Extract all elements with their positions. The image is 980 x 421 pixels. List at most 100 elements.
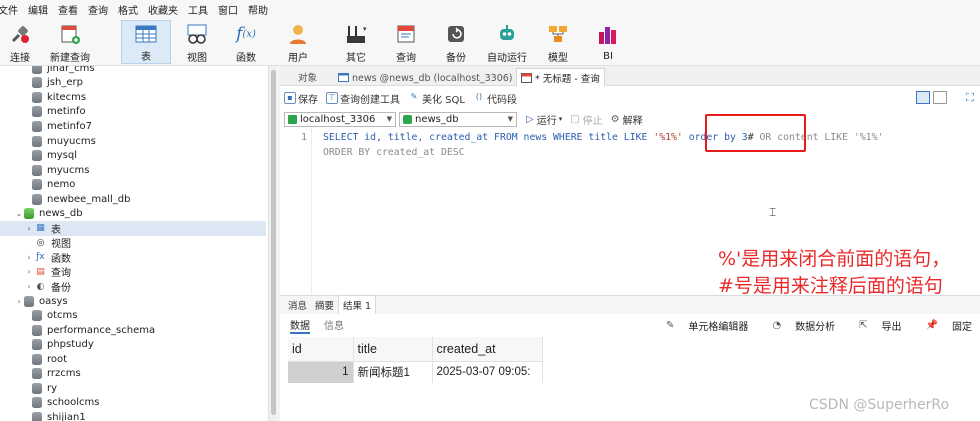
cell-title[interactable]: 新闻标题1 [353,361,433,383]
tab-objects[interactable]: 对象 [294,68,321,86]
data-analysis-button[interactable]: ◔ 数据分析 [760,318,835,333]
chevron-right-icon[interactable]: › [24,282,34,291]
database-select[interactable]: news_db ▼ [399,111,517,127]
query-button[interactable]: 查询 [390,20,422,64]
tree-db-mysql[interactable]: mysql [0,148,77,163]
pin-button[interactable]: 📌 固定 [914,318,972,333]
connect-icon [7,22,33,46]
menu-window[interactable]: 窗口 [218,2,248,17]
tree-db-rrzcms[interactable]: rrzcms [0,367,81,382]
menu-format[interactable]: 格式 [118,2,148,17]
tree-db-schoolcms[interactable]: schoolcms [0,396,100,411]
chevron-right-icon[interactable]: › [24,267,34,276]
chevron-down-icon: ▼ [507,114,513,123]
tree-db-shijian1[interactable]: shijian1 [0,410,86,421]
database-icon [32,310,42,322]
explain-button[interactable]: ⚙ 解释 [611,112,643,127]
table-row[interactable]: 1 新闻标题1 2025-03-07 09:05: [288,361,543,383]
tree-db-nemo[interactable]: nemo [0,177,75,192]
export-button[interactable]: ⇱ 导出 [847,318,901,333]
cell-created-at[interactable]: 2025-03-07 09:05: [432,361,543,383]
table-button[interactable]: 表 [121,20,171,64]
fullscreen-icon[interactable]: ⛶ [966,91,974,105]
connection-value: localhost_3306 [300,113,376,125]
tree-node-table[interactable]: › ▦ 表 [0,221,266,236]
tree-db-newbee_mall_db[interactable]: newbee_mall_db [0,192,130,207]
new-query-button[interactable]: 新建查询 [50,20,90,64]
auto-run-button[interactable]: 自动运行 [487,20,527,64]
other-button[interactable]: ▾ 其它 [334,20,378,64]
tree-db-jinar_cms[interactable]: jinar_cms [0,66,95,76]
tree-item-label: jsh_erp [47,77,83,89]
tree-item-label: rrzcms [47,368,81,380]
code-snippet-button[interactable]: () 代码段 [473,91,517,106]
menu-tools[interactable]: 工具 [188,2,218,17]
stop-button[interactable]: □ 停止 [570,112,602,127]
save-button[interactable]: ▪ 保存 [284,91,318,106]
connect-button[interactable]: 连接 [4,20,36,64]
other-label: 其它 [346,53,366,64]
menu-query[interactable]: 查询 [88,2,118,17]
new-query-icon [57,22,83,46]
backup-button[interactable]: 备份 [440,20,472,64]
view-button[interactable]: 视图 [181,20,213,64]
sidebar-scrollbar[interactable] [268,66,277,421]
chevron-right-icon[interactable]: › [14,297,24,306]
split-view-icon[interactable] [933,91,947,104]
column-header-title[interactable]: title [353,337,433,362]
tab-messages[interactable]: 消息 [284,296,311,314]
line-number: 1 [300,132,307,143]
menu-file[interactable]: 文件 [0,2,28,17]
tree-db-kitecms[interactable]: kitecms [0,90,86,105]
tree-node-function[interactable]: › ƒx 函数 [0,250,71,265]
new-query-label: 新建查询 [50,53,90,64]
tab-result-1[interactable]: 结果 1 [338,295,377,314]
query-builder-button[interactable]: ⊤ 查询创建工具 [326,91,400,106]
tree-db-jsh_erp[interactable]: jsh_erp [0,76,83,91]
cell-id[interactable]: 1 [288,361,354,383]
cell-editor-button[interactable]: ✎ 单元格编辑器 [654,318,748,333]
tree-node-query[interactable]: › ▤ 查询 [0,265,71,280]
chevron-right-icon[interactable]: › [24,253,34,262]
tab-summary[interactable]: 摘要 [311,296,338,314]
database-icon [32,91,42,103]
bi-button[interactable]: BI [595,20,621,64]
model-label: 模型 [548,53,568,64]
menu-edit[interactable]: 编辑 [28,2,58,17]
chevron-down-icon[interactable]: ⌄ [14,209,24,218]
column-header-created-at[interactable]: created_at [432,337,543,362]
tree-db-news_db[interactable]: ⌄ news_db [0,207,83,222]
menu-help[interactable]: 帮助 [248,2,278,17]
text-cursor-icon: ⌶ [769,205,777,219]
column-header-id[interactable]: id [288,337,354,362]
layout-toggle-icon[interactable] [916,91,930,104]
menu-favorites[interactable]: 收藏夹 [148,2,188,17]
info-view-tab[interactable]: 信息 [324,317,344,334]
tree-db-phpstudy[interactable]: phpstudy [0,337,94,352]
menu-view[interactable]: 查看 [58,2,88,17]
scrollbar-thumb[interactable] [271,70,276,415]
user-button[interactable]: 用户 [282,20,314,64]
tree-db-otcms[interactable]: otcms [0,308,78,323]
tree-node-view[interactable]: ◎ 视图 [0,236,71,251]
tree-db-metinfo[interactable]: metinfo [0,105,86,120]
tree-db-root[interactable]: root [0,352,67,367]
tree-db-oasys[interactable]: › oasys [0,294,68,309]
chevron-right-icon[interactable]: › [24,224,34,233]
tree-node-backup[interactable]: › ◐ 备份 [0,279,71,295]
run-button[interactable]: ▷ 运行 ▾ [526,112,562,127]
tree-db-performance_schema[interactable]: performance_schema [0,323,155,338]
tree-db-metinfo7[interactable]: metinfo7 [0,119,92,134]
tab-untitled-query[interactable]: * 无标题 - 查询 [516,68,605,86]
beautify-sql-button[interactable]: ✎ 美化 SQL [408,91,465,106]
model-button[interactable]: 模型 [544,20,572,64]
tree-db-muyucms[interactable]: muyucms [0,134,96,149]
data-view-tab[interactable]: 数据 [290,317,310,334]
tab-news-table[interactable]: news @news_db (localhost_3306) - 表 [334,68,535,86]
sql-editor[interactable]: 1 SELECT id, title, created_at FROM news… [280,128,980,297]
tree-item-label: otcms [47,310,78,322]
tree-db-ry[interactable]: ry [0,381,57,396]
function-button[interactable]: f (x) 函数 [230,20,262,64]
tree-db-myucms[interactable]: myucms [0,163,89,178]
connection-select[interactable]: localhost_3306 ▼ [284,111,396,127]
